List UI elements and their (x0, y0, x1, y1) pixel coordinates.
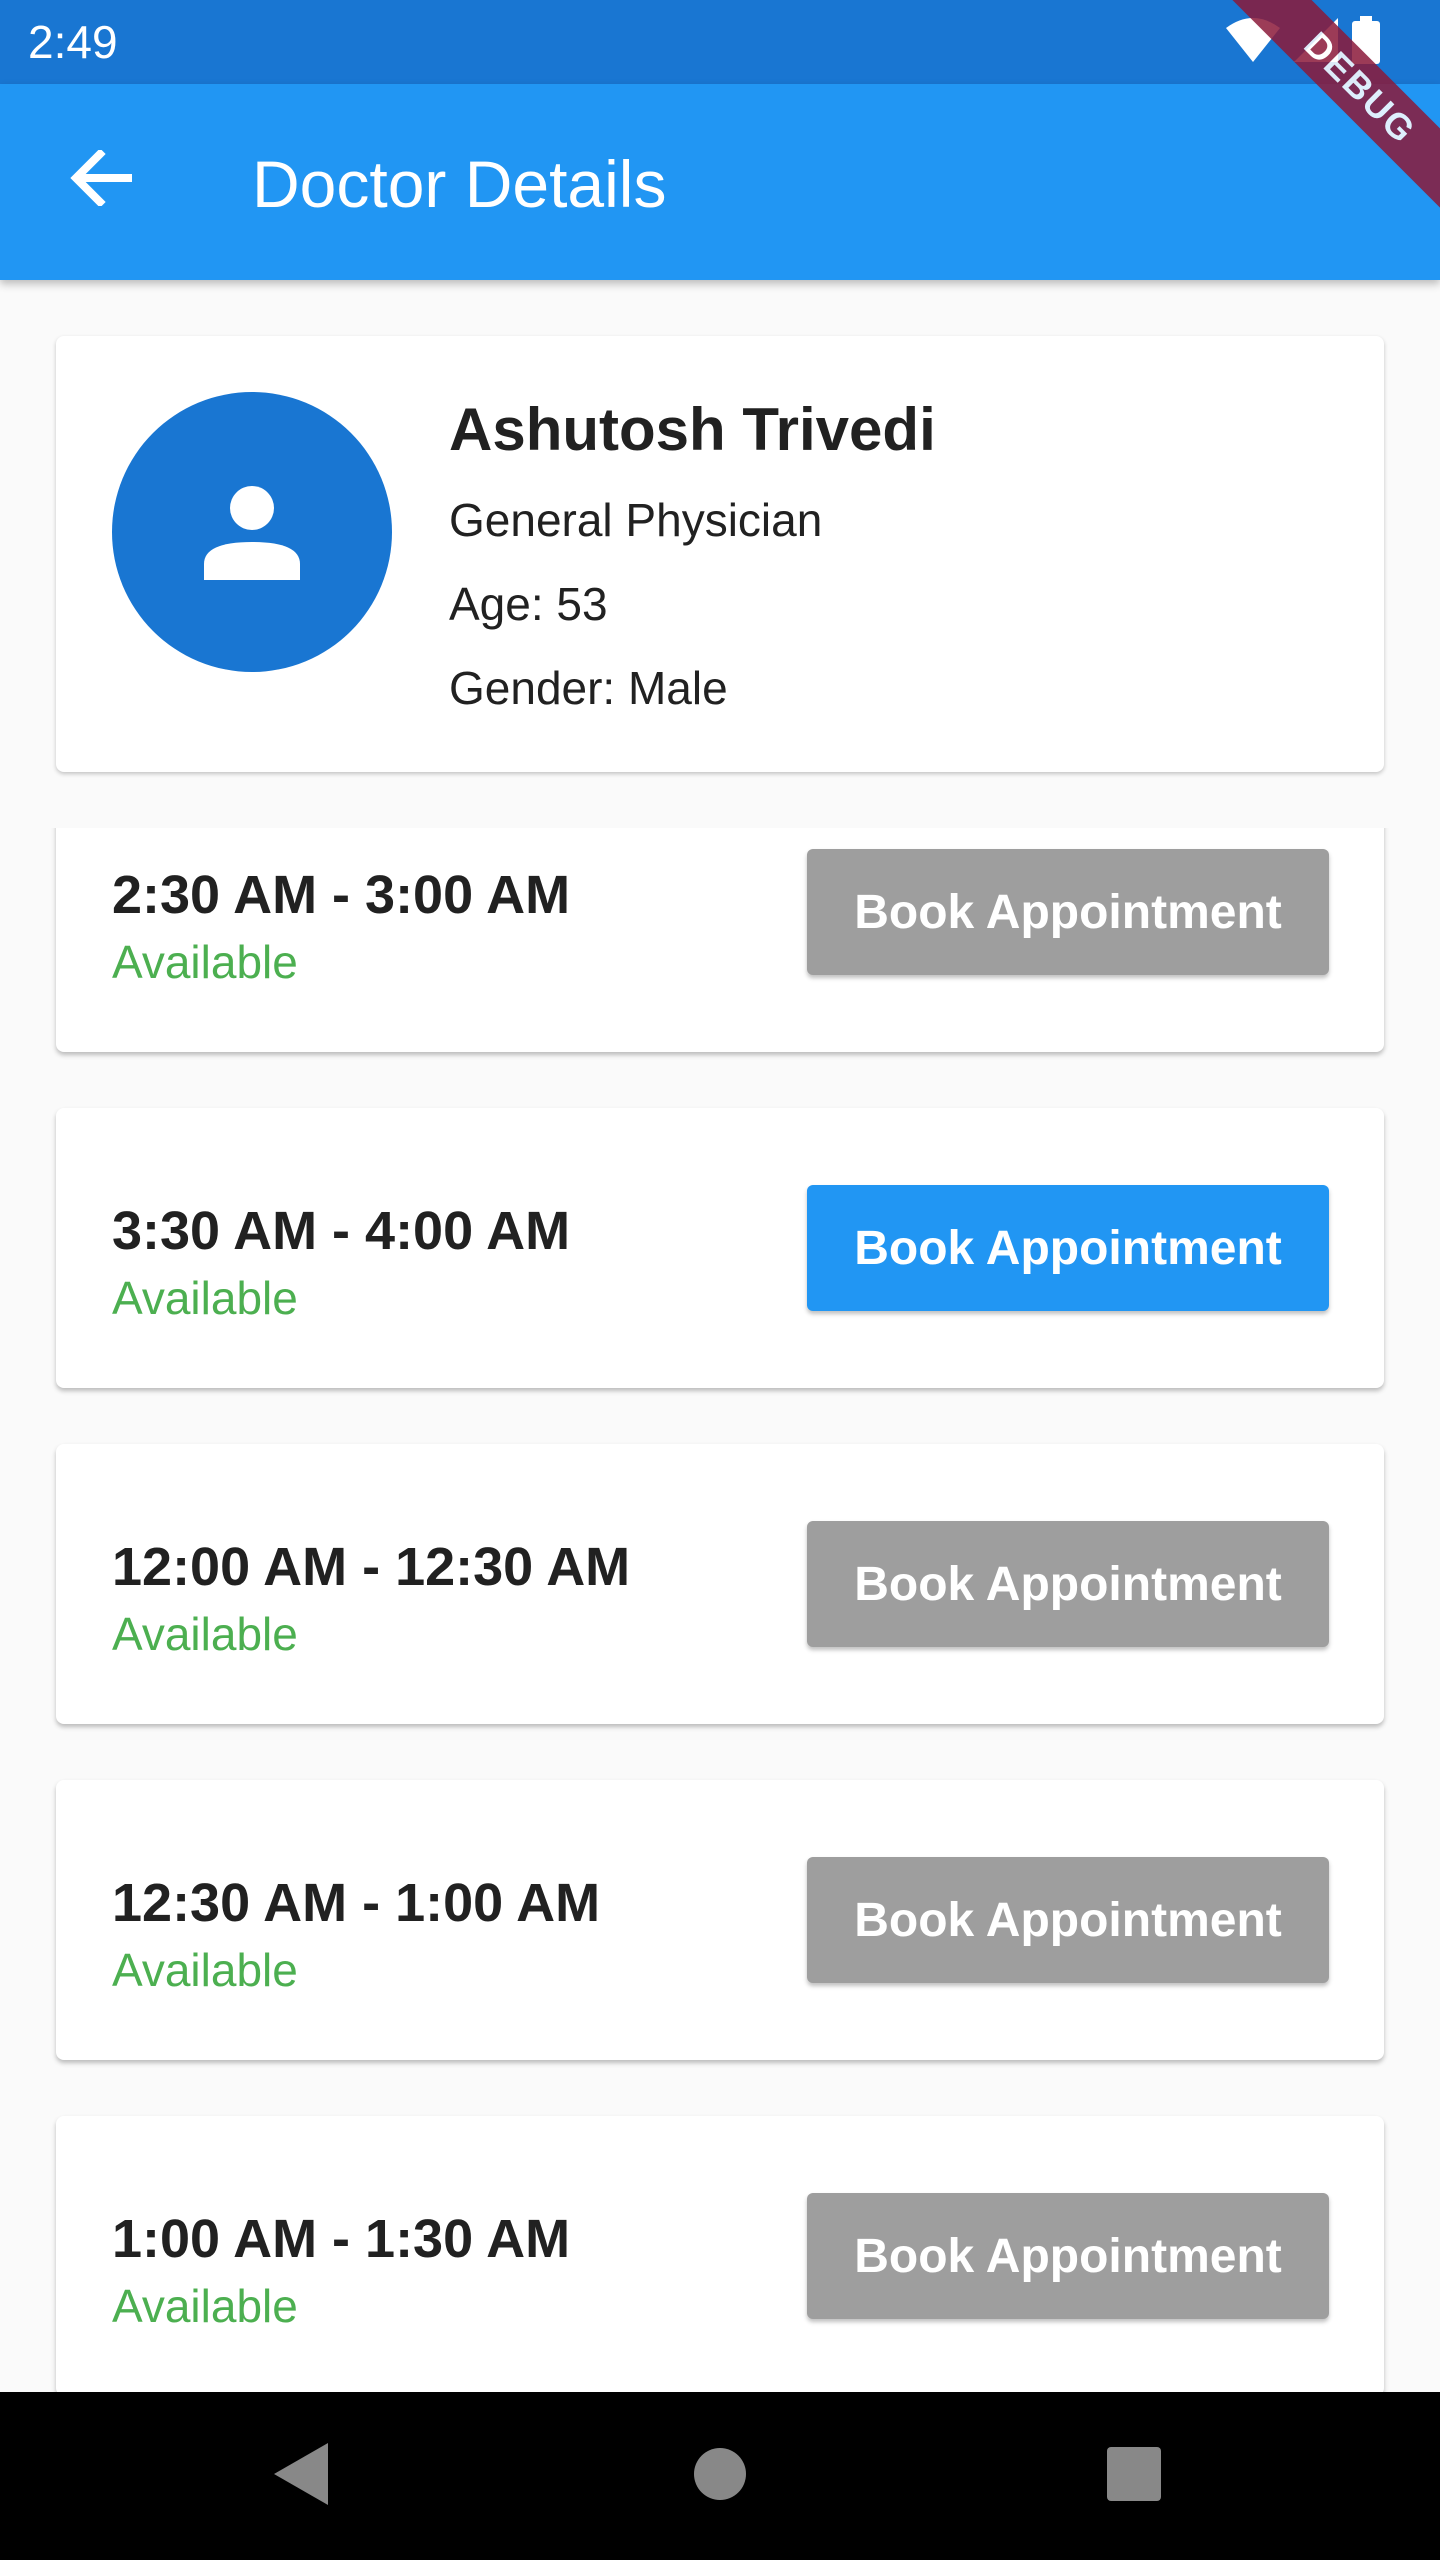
nav-recents-button[interactable] (1084, 2426, 1184, 2526)
slot-time: 12:00 AM - 12:30 AM (112, 1537, 631, 1597)
triangle-back-icon (272, 2442, 328, 2510)
doctor-specialty: General Physician (449, 494, 823, 546)
slot-card: 12:00 AM - 12:30 AM Available Book Appoi… (56, 1444, 1384, 1724)
system-nav-bar (0, 2392, 1440, 2560)
slot-card: 2:30 AM - 3:00 AM Available Book Appoint… (56, 828, 1384, 1052)
nav-back-button[interactable] (250, 2426, 350, 2526)
nav-home-button[interactable] (670, 2426, 770, 2526)
slot-list[interactable]: 2:30 AM - 3:00 AM Available Book Appoint… (0, 828, 1440, 2392)
doctor-age: Age: 53 (449, 578, 608, 630)
slot-card: 3:30 AM - 4:00 AM Available Book Appoint… (56, 1108, 1384, 1388)
doctor-gender: Gender: Male (449, 662, 728, 714)
slot-status: Available (112, 1272, 298, 1324)
book-appointment-button[interactable]: Book Appointment (807, 2193, 1329, 2319)
slot-time: 2:30 AM - 3:00 AM (112, 865, 571, 925)
slot-status: Available (112, 1944, 298, 1996)
doctor-card: Ashutosh Trivedi General Physician Age: … (56, 336, 1384, 772)
book-appointment-button[interactable]: Book Appointment (807, 1521, 1329, 1647)
slot-status: Available (112, 936, 298, 988)
back-button[interactable] (52, 130, 152, 230)
avatar (112, 392, 392, 672)
slot-time: 12:30 AM - 1:00 AM (112, 1873, 601, 1933)
status-time: 2:49 (28, 16, 118, 68)
slot-time: 1:00 AM - 1:30 AM (112, 2209, 571, 2269)
slot-status: Available (112, 1608, 298, 1660)
slot-card: 12:30 AM - 1:00 AM Available Book Appoin… (56, 1780, 1384, 2060)
book-appointment-button[interactable]: Book Appointment (807, 849, 1329, 975)
slot-status: Available (112, 2280, 298, 2332)
app-bar: Doctor Details (0, 84, 1440, 280)
slot-card: 1:00 AM - 1:30 AM Available Book Appoint… (56, 2116, 1384, 2392)
person-icon (202, 480, 302, 585)
doctor-name: Ashutosh Trivedi (449, 396, 936, 463)
circle-home-icon (693, 2447, 747, 2506)
square-recents-icon (1107, 2446, 1161, 2506)
page-title: Doctor Details (252, 147, 667, 221)
book-appointment-button[interactable]: Book Appointment (807, 1857, 1329, 1983)
arrow-back-icon (70, 147, 134, 211)
status-bar: 2:49 (0, 0, 1440, 84)
book-appointment-button[interactable]: Book Appointment (807, 1185, 1329, 1311)
slot-time: 3:30 AM - 4:00 AM (112, 1201, 571, 1261)
